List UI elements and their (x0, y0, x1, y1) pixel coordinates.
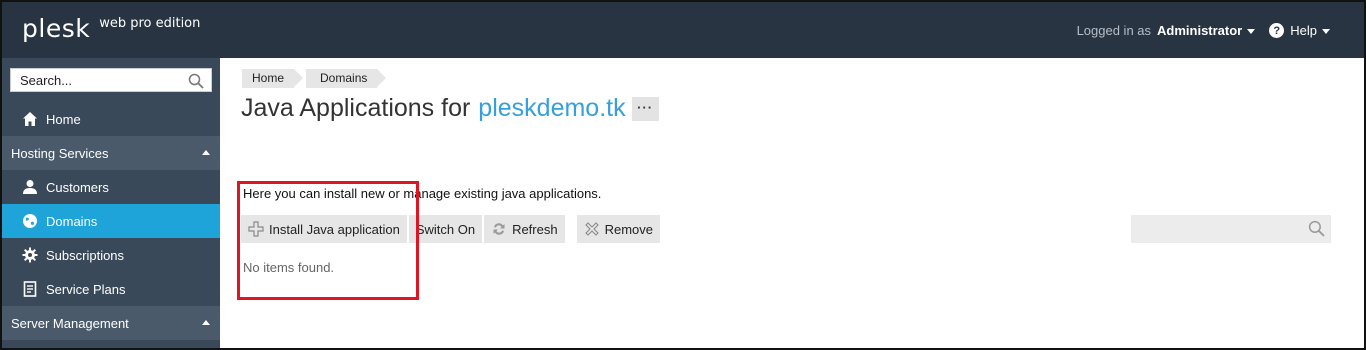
breadcrumb: Home Domains (242, 69, 389, 88)
remove-button[interactable]: Remove (576, 215, 661, 243)
breadcrumb-domains[interactable]: Domains (306, 69, 387, 88)
highlight-annotation (237, 181, 419, 300)
chevron-up-icon (202, 150, 210, 155)
home-icon (22, 111, 38, 127)
breadcrumb-home[interactable]: Home (242, 69, 304, 88)
help-menu[interactable]: ? Help (1269, 23, 1330, 38)
page-title: Java Applications for pleskdemo.tk ··· (241, 94, 659, 123)
gear-icon (22, 247, 38, 263)
sidebar-item-home[interactable]: Home (2, 102, 220, 136)
plesk-logo[interactable]: plesk web pro edition (22, 15, 200, 43)
search-icon[interactable] (188, 73, 204, 92)
window-frame: plesk web pro edition Logged in as Admin… (0, 0, 1366, 350)
chevron-down-icon (1322, 29, 1330, 34)
remove-label: Remove (604, 221, 654, 237)
user-name: Administrator (1157, 23, 1243, 38)
refresh-button[interactable]: Refresh (484, 215, 565, 243)
search-icon[interactable] (1308, 220, 1325, 240)
user-icon (22, 179, 38, 195)
sidebar-item-customers[interactable]: Customers (2, 170, 220, 204)
sidebar: Search... Home Hosting Services Customer… (2, 58, 220, 348)
domain-link[interactable]: pleskdemo.tk (478, 94, 625, 123)
more-actions-button[interactable]: ··· (631, 96, 659, 121)
edition-label: web pro edition (99, 16, 201, 31)
switch-on-button[interactable]: Switch On (408, 215, 483, 243)
sidebar-item-label: Home (46, 111, 81, 127)
search-placeholder: Search... (20, 73, 73, 88)
logged-in-label: Logged in as (1076, 23, 1152, 38)
list-search-input[interactable] (1131, 215, 1331, 243)
toolbar-separator (567, 215, 577, 243)
sidebar-item-subscriptions[interactable]: Subscriptions (2, 238, 220, 272)
user-area: Logged in as Administrator ? Help (1077, 23, 1330, 38)
page-scrollbar[interactable] (1348, 58, 1364, 348)
switch-on-label: Switch On (415, 221, 476, 237)
sidebar-item-label: Domains (46, 213, 98, 229)
sidebar-item-service-plans[interactable]: Service Plans (2, 272, 220, 306)
sidebar-item-label: Customers (46, 179, 109, 195)
page-title-text: Java Applications for (241, 94, 471, 122)
sidebar-section-label: Hosting Services (11, 145, 109, 161)
globe-icon (22, 213, 38, 229)
sidebar-item-label: Service Plans (46, 281, 126, 297)
logo-word: plesk (22, 14, 91, 43)
help-label: Help (1290, 23, 1317, 38)
sidebar-section-server-management[interactable]: Server Management (2, 306, 220, 340)
refresh-icon (491, 221, 507, 237)
sidebar-search-input[interactable]: Search... (10, 68, 212, 92)
sidebar-item-label: Subscriptions (46, 247, 125, 263)
document-icon (22, 281, 38, 297)
remove-icon (584, 221, 600, 237)
help-icon: ? (1269, 23, 1285, 38)
sidebar-item-domains[interactable]: Domains (2, 204, 220, 238)
chevron-up-icon (202, 320, 210, 325)
user-menu[interactable]: Administrator (1157, 23, 1256, 38)
sidebar-section-hosting-services[interactable]: Hosting Services (2, 136, 220, 170)
chevron-down-icon (1247, 29, 1256, 34)
top-bar: plesk web pro edition Logged in as Admin… (2, 2, 1364, 58)
sidebar-section-label: Server Management (11, 315, 129, 331)
refresh-label: Refresh (512, 221, 558, 237)
